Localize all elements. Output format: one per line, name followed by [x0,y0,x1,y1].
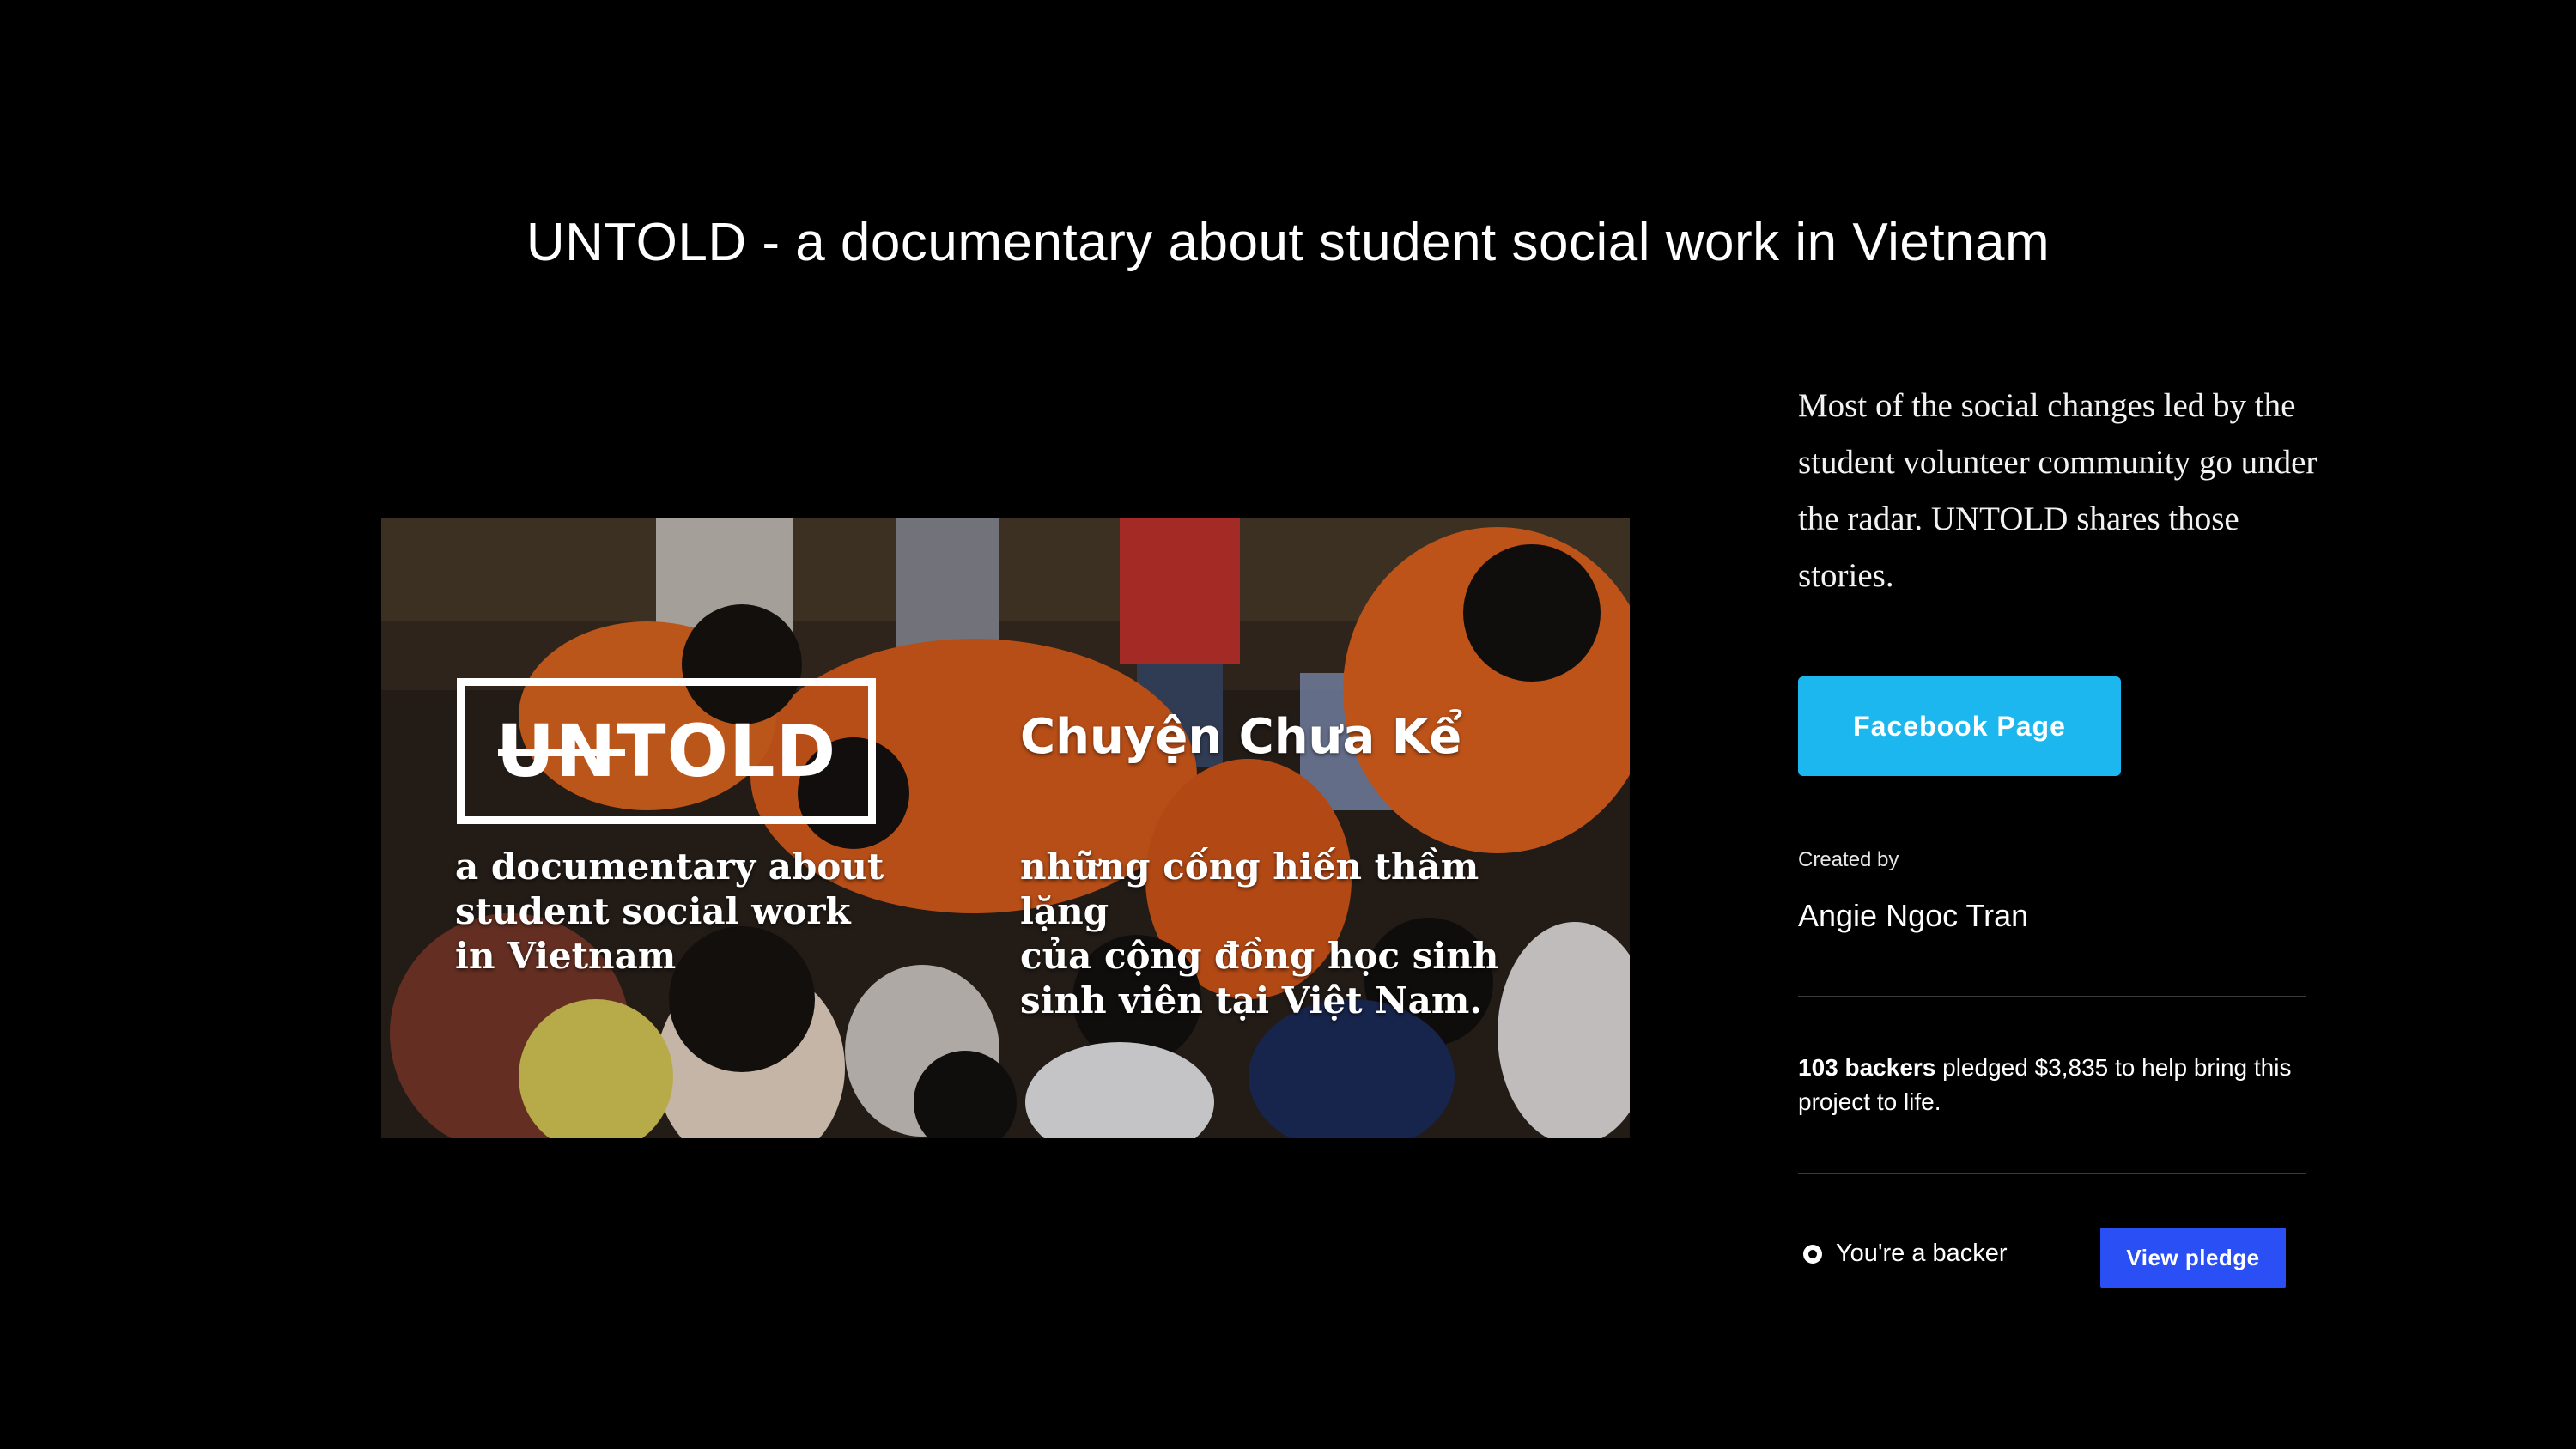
divider [1798,996,2306,997]
backer-status: You're a backer [1801,1240,2008,1268]
view-pledge-button[interactable]: View pledge [2100,1228,2286,1288]
project-hero-image[interactable]: UNTOLD a documentary about student socia… [381,518,1630,1138]
project-title: UNTOLD - a documentary about student soc… [526,212,2050,272]
hero-title-vietnamese: Chuyện Chưa Kể [1020,709,1462,765]
logo-strikethrough [497,749,625,756]
funding-summary: 103 backers pledged $3,835 to help bring… [1798,1051,2313,1119]
project-page: UNTOLD - a documentary about student soc… [0,0,2576,1449]
kickstarter-badge-icon [1801,1243,1824,1265]
project-blurb: Most of the social changes led by the st… [1798,387,2318,594]
untold-logo: UNTOLD [457,678,876,824]
divider [1798,1173,2306,1174]
facebook-page-button[interactable]: Facebook Page [1798,676,2121,776]
backers-count: 103 backers [1798,1054,1936,1081]
backer-status-text: You're a backer [1836,1240,2008,1267]
hero-subtitle-vietnamese: những cống hiến thầm lặng của cộng đồng … [1020,846,1499,1022]
created-by-label: Created by [1798,848,1899,871]
hero-subtitle-english: a documentary about student social work … [455,846,884,977]
creator-name-link[interactable]: Angie Ngoc Tran [1798,898,2028,934]
hero-overlay [381,518,1630,1138]
logo-wordmark: UNTOLD [496,709,836,793]
